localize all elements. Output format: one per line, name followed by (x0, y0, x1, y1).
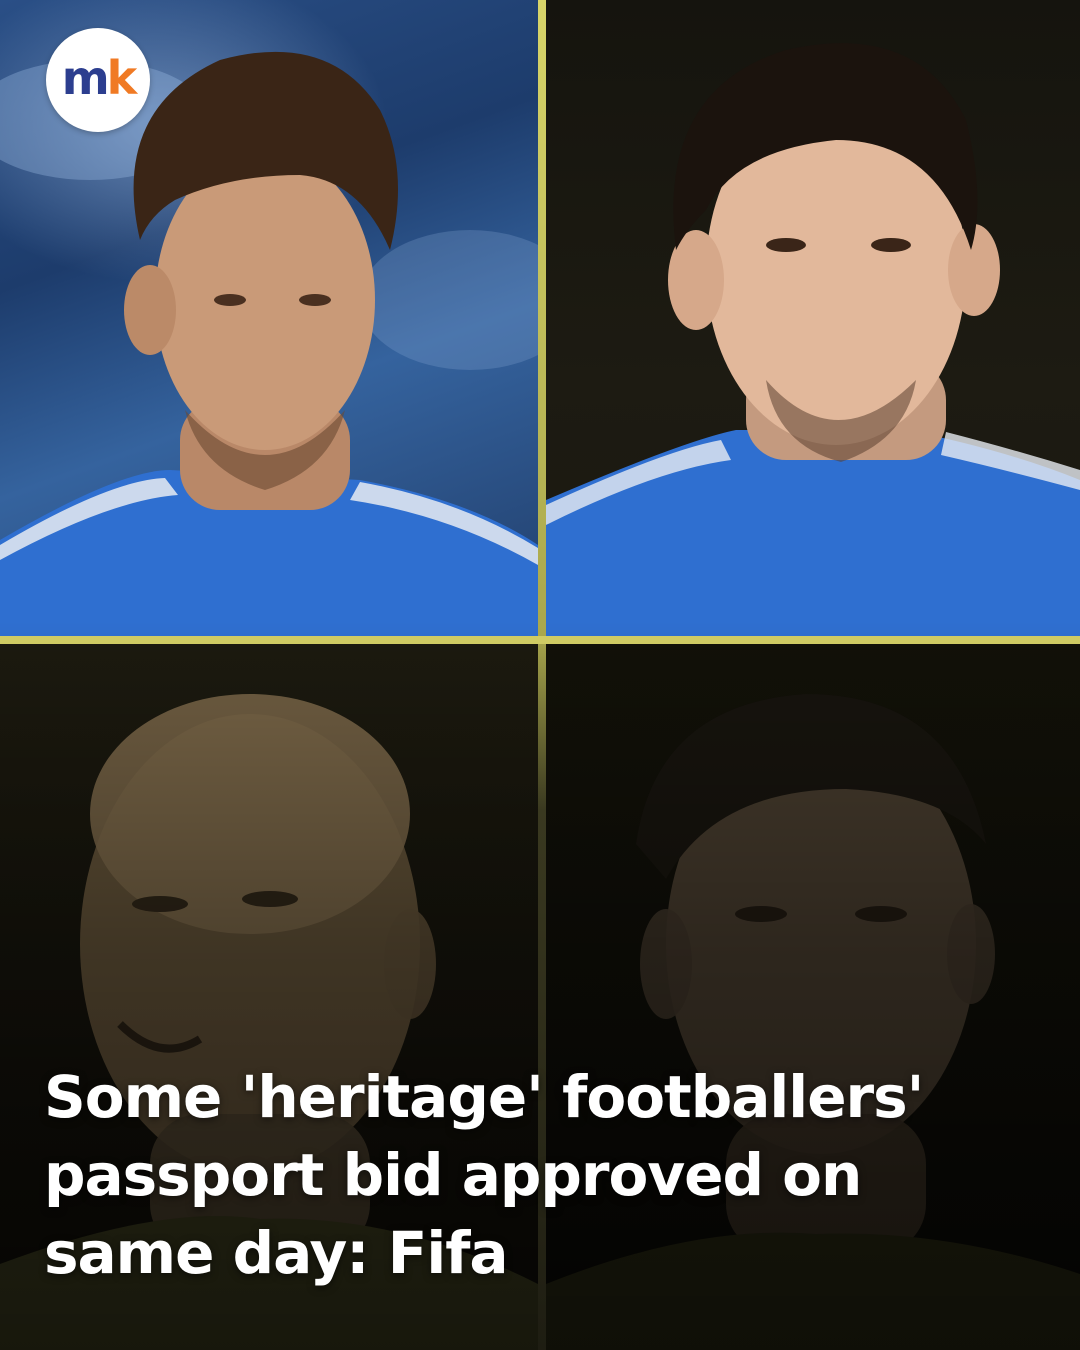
logo-letter-k: k (106, 51, 138, 105)
horizontal-divider (0, 636, 1080, 644)
player-portrait-icon (546, 43, 1080, 636)
headline: Some 'heritage' footballers' passport bi… (44, 1063, 924, 1287)
news-card: mk Some 'heritage' footballers' passport… (0, 0, 1080, 1350)
brand-logo-text: mk (62, 55, 137, 101)
player-photo-top-right (546, 0, 1080, 636)
logo-letter-m: m (61, 51, 110, 105)
brand-logo: mk (46, 28, 150, 132)
